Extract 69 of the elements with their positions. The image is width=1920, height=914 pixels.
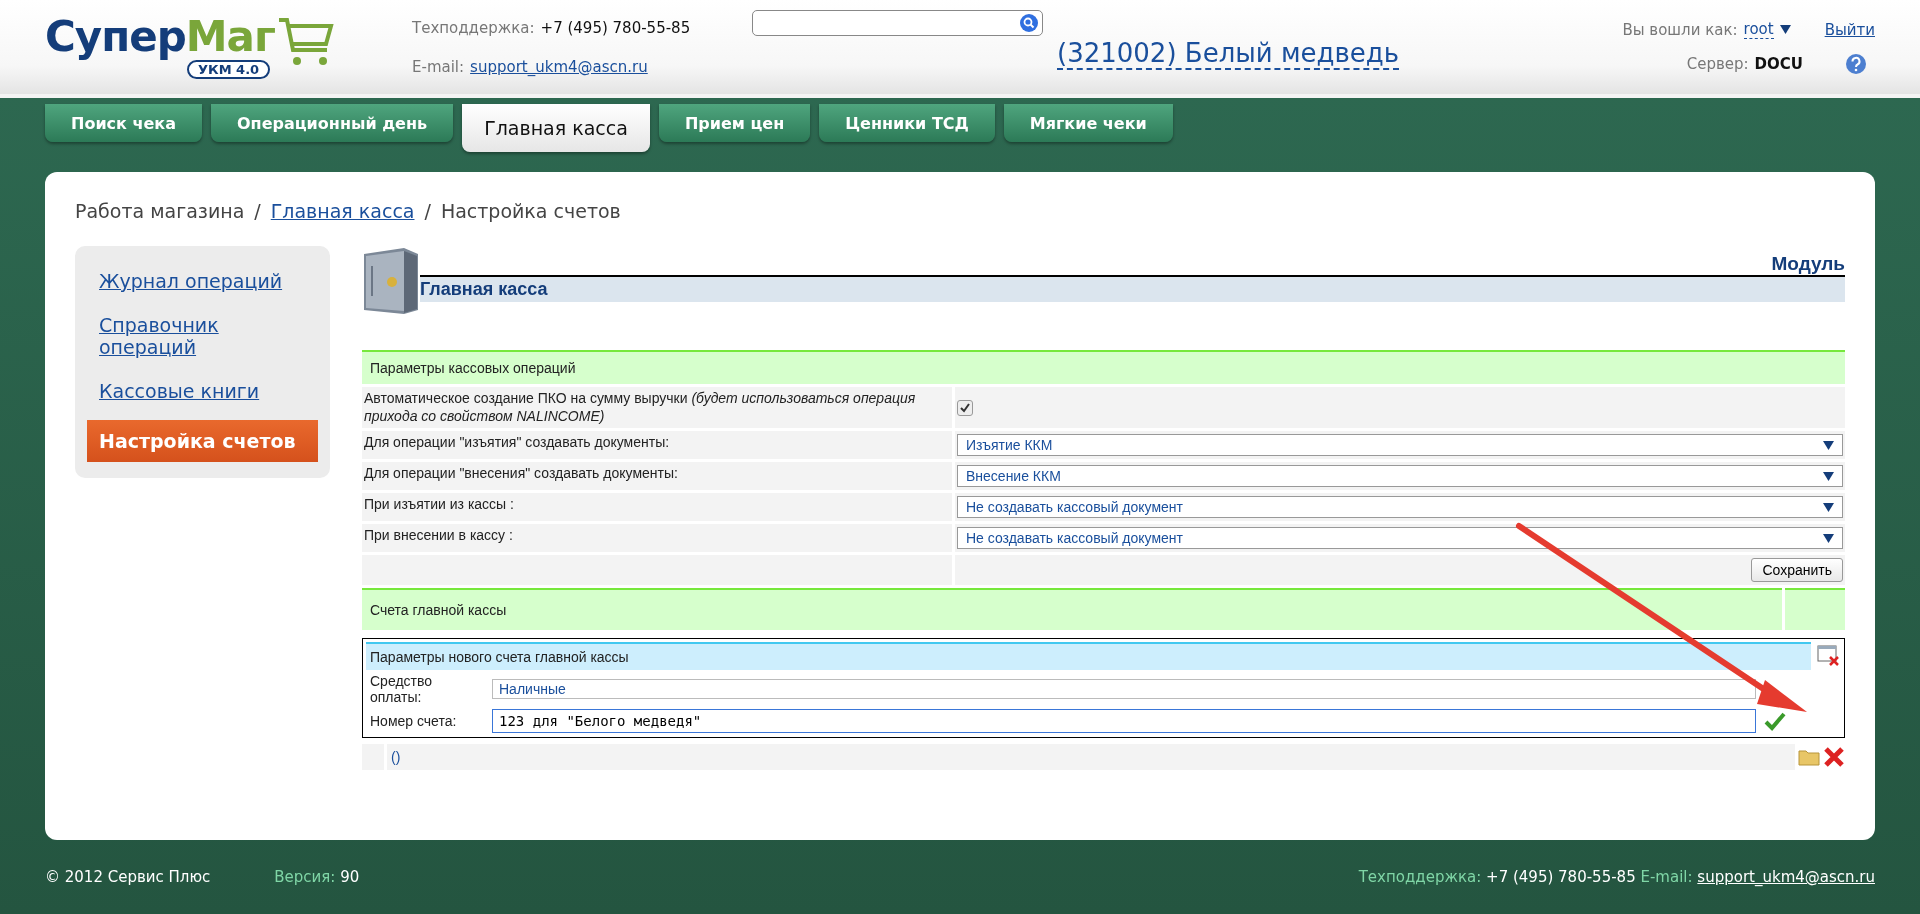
breadcrumb-separator: / [254,200,261,222]
email-label: E-mail: [412,57,465,76]
dropdown[interactable]: Наличные [492,679,1756,699]
setting-label: Для операции "внесения" создавать документы: [362,462,952,490]
input-field[interactable]: 123 для "Белого медведя" [492,709,1756,733]
nav-tab[interactable]: Операционный день [211,104,454,142]
nav-tab[interactable]: Прием цен [658,104,811,142]
cart-icon [276,16,335,68]
setting-label: Автоматическое создание ПКО на сумму выручки (будет использоваться операция прихода со свойством NALINCOME) [362,387,952,428]
sidebar-item[interactable]: Справочник операций [87,310,318,362]
safe-icon [362,246,420,316]
account-link[interactable]: () [391,749,401,765]
server-name: DOCU [1754,55,1803,73]
email-link[interactable]: support_ukm4@ascn.ru [1697,868,1875,886]
email-label: E-mail: [1640,868,1693,886]
support-phone: +7 (495) 780-55-85 [540,18,691,37]
logo-text: Супер [45,12,186,61]
breadcrumb-item: Настройка счетов [440,200,621,222]
field-label: Средство оплаты: [370,673,434,705]
support-phone: +7 (495) 780-55-85 [1486,868,1636,886]
sidebar-item[interactable]: Журнал операций [87,266,318,296]
copyright-text: © 2012 Сервис Плюс [45,868,211,886]
dropdown[interactable]: Не создавать кассовый документ [957,496,1843,518]
sidebar-item[interactable]: Кассовые книги [87,376,318,406]
server-label: Сервер: [1686,55,1749,73]
nav-tab[interactable]: Ценники ТСД [819,104,995,142]
caret-icon [1823,533,1834,543]
field-label: Номер счета: [370,713,458,729]
version-label: Версия: [274,868,336,886]
breadcrumb-separator: / [424,200,431,222]
section-header: Счета главной кассы [362,588,1782,630]
store-link[interactable]: (321002) Белый медведь [1057,38,1400,70]
support-label: Техподдержка: [1358,868,1482,886]
save-button[interactable]: Сохранить [1751,558,1843,582]
search-field[interactable] [752,10,1043,36]
version-badge: УКМ 4.0 [187,60,271,79]
checkmark-icon[interactable] [1764,711,1786,731]
logo-text: Маг [185,12,275,61]
nav-tab[interactable]: Главная касса [462,104,650,152]
nav-tab[interactable]: Мягкие чеки [1003,104,1173,142]
email-link[interactable]: support_ukm4@ascn.ru [470,57,648,76]
module-title: Главная касса [420,277,1845,302]
caret-icon [1823,502,1834,512]
support-label: Техподдержка: [412,18,535,37]
dropdown[interactable]: Изъятие ККМ [957,434,1843,456]
section-header: Параметры кассовых операций [362,350,1845,384]
help-icon[interactable] [1845,53,1867,75]
version-number: 90 [340,868,360,886]
setting-label: Для операции "изъятия" создавать документы: [362,431,952,459]
caret-icon [1779,25,1791,34]
breadcrumb-link[interactable]: Главная касса [270,200,415,222]
checkbox[interactable] [957,399,973,416]
dropdown[interactable]: Внесение ККМ [957,465,1843,487]
user-label: Вы вошли как: [1622,20,1738,39]
caret-icon [1823,440,1834,450]
search-icon[interactable] [1020,14,1038,32]
panel-title: Параметры нового счета главной кассы [366,642,1811,670]
breadcrumb-item: Работа магазина [75,200,245,222]
setting-label: При внесении в кассу : [362,524,952,552]
logout-link[interactable]: Выйти [1824,20,1875,39]
sidebar-item[interactable]: Настройка счетов [87,420,318,462]
empty-cell [1785,588,1845,630]
caret-icon [1823,471,1834,481]
delete-icon[interactable] [1823,746,1845,768]
nav-tab[interactable]: Поиск чека [45,104,202,142]
setting-label: При изъятии из кассы : [362,493,952,521]
user-link[interactable]: root [1743,20,1774,39]
dropdown[interactable]: Не создавать кассовый документ [957,527,1843,549]
close-icon[interactable] [1817,645,1841,667]
